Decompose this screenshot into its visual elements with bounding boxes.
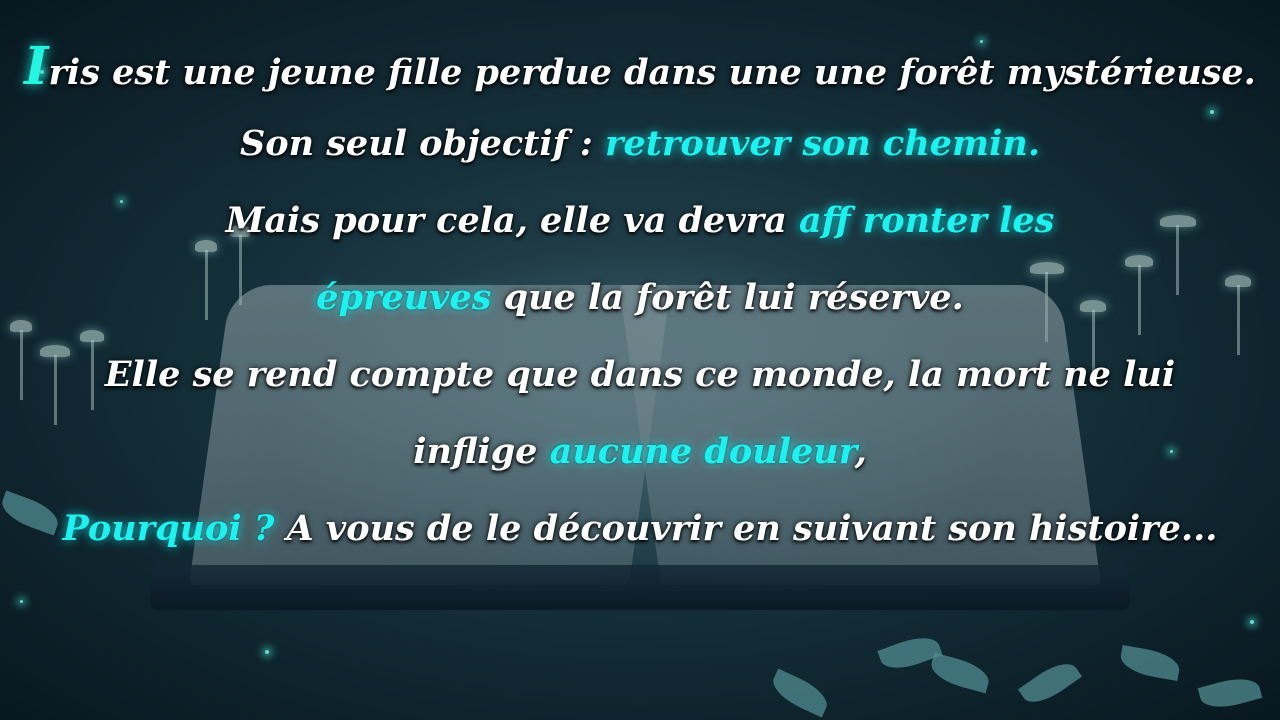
forest-book-scene: Iris est une jeune fille perdue dans une… bbox=[0, 0, 1280, 720]
story-line-2: Son seul objectif : retrouver son chemin… bbox=[0, 105, 1280, 182]
story-line-1: Iris est une jeune fille perdue dans une… bbox=[0, 28, 1280, 105]
story-line-text: A vous de le découvrir en suivant son hi… bbox=[274, 508, 1218, 549]
highlighted-phrase: retrouver son chemin. bbox=[605, 123, 1041, 164]
leaf-icon bbox=[1017, 655, 1083, 711]
story-line-text: Mais pour cela, elle va devra bbox=[225, 200, 799, 241]
story-line-suffix: , bbox=[854, 431, 867, 472]
story-line-6: inflige aucune douleur, bbox=[0, 413, 1280, 490]
drop-cap-letter: I bbox=[24, 36, 49, 97]
story-text-block: Iris est une jeune fille perdue dans une… bbox=[0, 28, 1280, 567]
highlighted-phrase: aff ronter les bbox=[798, 200, 1055, 241]
leaf-icon bbox=[767, 668, 833, 718]
leaf-icon bbox=[1197, 672, 1263, 714]
story-line-text: inflige bbox=[413, 431, 550, 472]
leaf-icon bbox=[1118, 644, 1182, 682]
story-line-text: que la forêt lui réserve. bbox=[491, 277, 964, 318]
story-line-5: Elle se rend compte que dans ce monde, l… bbox=[0, 336, 1280, 413]
story-line-text: Elle se rend compte que dans ce monde, l… bbox=[104, 354, 1176, 395]
story-line-text: Son seul objectif : bbox=[239, 123, 605, 164]
book-cover bbox=[150, 565, 1130, 610]
firefly-glow bbox=[20, 600, 23, 603]
highlighted-phrase: Pourquoi ? bbox=[62, 508, 275, 549]
firefly-glow bbox=[1250, 620, 1254, 624]
story-line-3: Mais pour cela, elle va devra aff ronter… bbox=[0, 182, 1280, 259]
highlighted-phrase: aucune douleur bbox=[549, 431, 855, 472]
story-line-text: ris est une jeune fille perdue dans une … bbox=[48, 52, 1256, 93]
highlighted-phrase: épreuves bbox=[316, 277, 492, 318]
story-line-7: Pourquoi ? A vous de le découvrir en sui… bbox=[0, 490, 1280, 567]
firefly-glow bbox=[265, 650, 269, 654]
story-line-4: épreuves que la forêt lui réserve. bbox=[0, 259, 1280, 336]
leaf-icon bbox=[927, 652, 993, 694]
